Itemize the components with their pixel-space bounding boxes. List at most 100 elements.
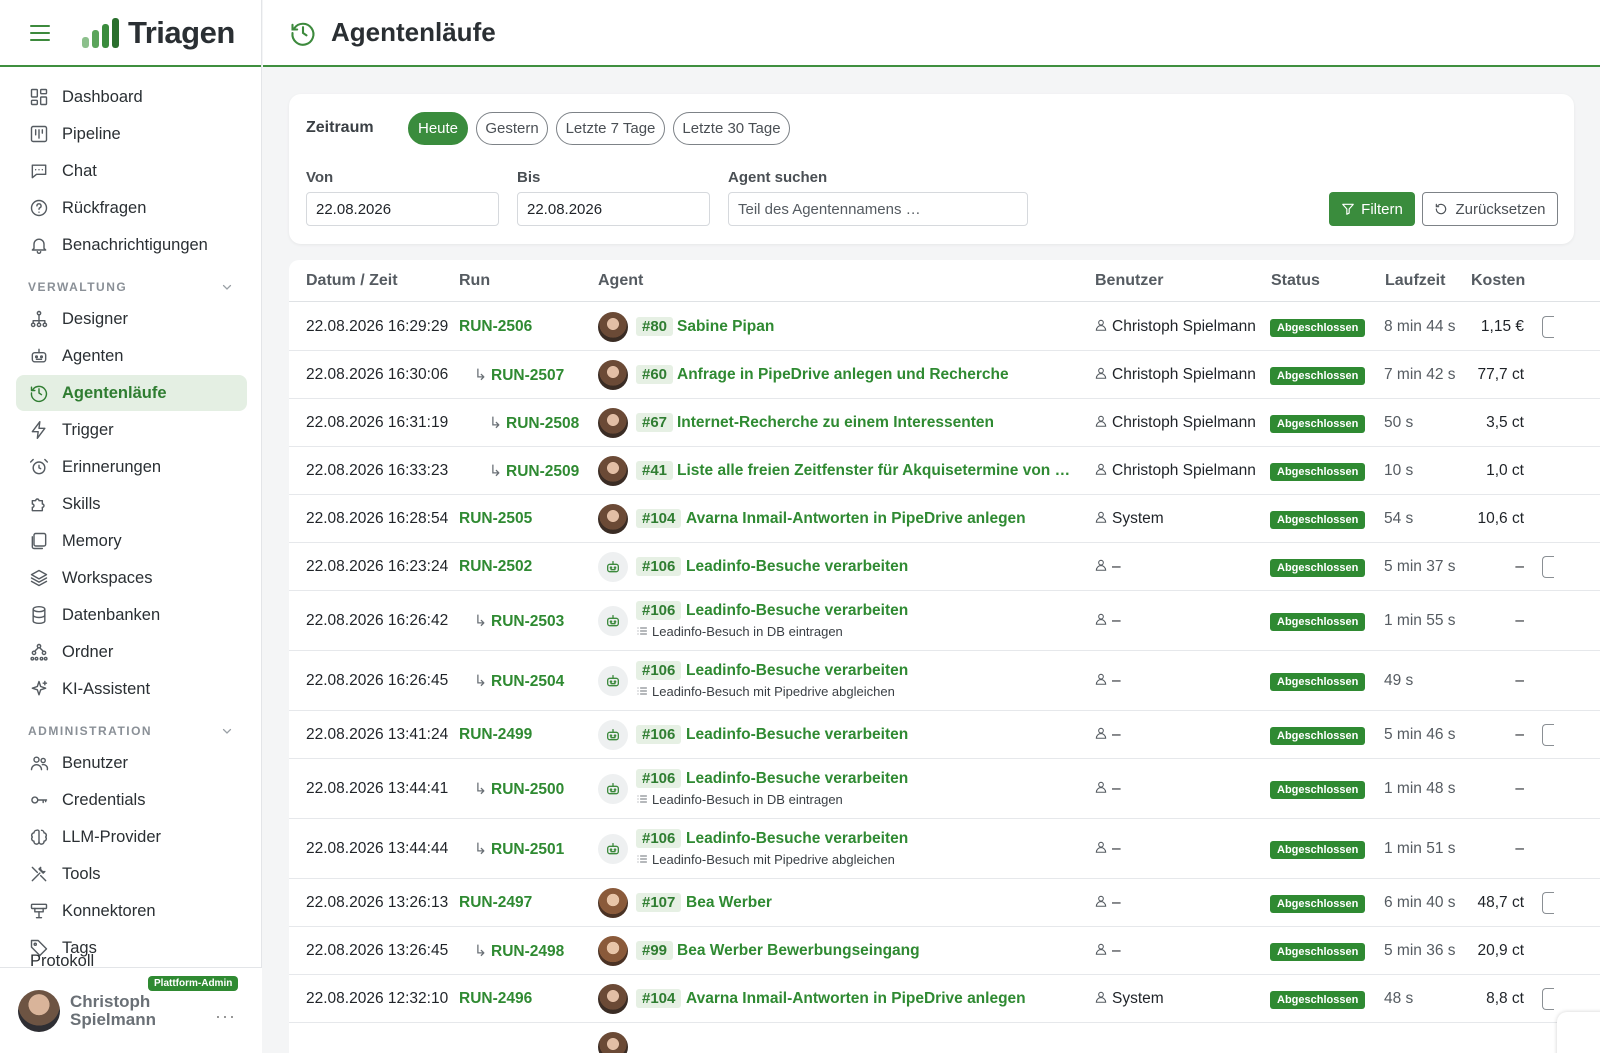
header-benutzer[interactable]: Benutzer	[1095, 272, 1163, 290]
row-action-button[interactable]	[1542, 892, 1554, 914]
chip-gestern[interactable]: Gestern	[476, 112, 548, 145]
run-datetime: 22.08.2026 16:28:54	[306, 510, 449, 527]
table-row[interactable]: 22.08.2026 16:29:29 RUN-2506 #80 Sabine Pip…	[289, 303, 1600, 351]
sidebar-item-memory[interactable]: Memory	[16, 523, 247, 559]
run-link[interactable]: RUN-2496	[459, 990, 532, 1008]
table-row[interactable]: 22.08.2026 13:44:44 ↳ RUN-2501 #106 Leadinfo…	[289, 819, 1600, 879]
sidebar-item-datenbanken[interactable]: Datenbanken	[16, 597, 247, 633]
sidebar-item-agenten[interactable]: Agenten	[16, 338, 247, 374]
run-link[interactable]: RUN-2499	[459, 726, 532, 744]
table-row[interactable]: 22.08.2026 13:26:13 RUN-2497 #107 Bea Werbe…	[289, 879, 1600, 927]
agent-name-link[interactable]: Leadinfo-Besuche verarbeiten	[686, 558, 908, 576]
floating-panel-edge[interactable]	[1557, 1012, 1600, 1053]
sidebar-item-ki-assistent[interactable]: KI-Assistent	[16, 671, 247, 707]
sidebar-item-protokoll[interactable]: Protokoll	[30, 952, 94, 966]
row-action-button[interactable]	[1542, 988, 1554, 1010]
reset-button[interactable]: Zurücksetzen	[1422, 192, 1558, 226]
table-row[interactable]: 22.08.2026 16:31:19 ↳ RUN-2508 #67 Internet-…	[289, 399, 1600, 447]
chip-heute[interactable]: Heute	[408, 112, 468, 145]
sidebar-item-credentials[interactable]: Credentials	[16, 782, 247, 818]
more-options-icon[interactable]: ···	[215, 1006, 236, 1027]
chip-letzte-7-tage[interactable]: Letzte 7 Tage	[556, 112, 665, 145]
agent-name-link[interactable]: Bea Werber Bewerbungseingang	[677, 942, 920, 960]
agent-name-link[interactable]: Internet-Recherche zu einem Interessente…	[677, 414, 994, 432]
sidebar-item-erinnerungen[interactable]: Erinnerungen	[16, 449, 247, 485]
run-link[interactable]: ↳ RUN-2503	[474, 612, 564, 631]
section-verwaltung[interactable]: VERWALTUNG	[28, 277, 233, 297]
agent-name-link[interactable]: Avarna Inmail-Antworten in PipeDrive anl…	[686, 990, 1026, 1008]
table-row[interactable]: 22.08.2026 13:26:45 ↳ RUN-2498 #99 Bea Werbe…	[289, 927, 1600, 975]
sidebar-item-ordner[interactable]: Ordner	[16, 634, 247, 670]
agent-name-link[interactable]: Bea Werber	[686, 894, 772, 912]
agent-search-input[interactable]: Teil des Agentennamens …	[728, 192, 1028, 226]
header-kosten[interactable]: Kosten	[1471, 272, 1525, 290]
sidebar-item-designer[interactable]: Designer	[16, 301, 247, 337]
table-row[interactable]: 22.08.2026 12:32:10 RUN-2496 #104 Avarna In…	[289, 975, 1600, 1023]
run-link[interactable]: RUN-2497	[459, 894, 532, 912]
row-action-button[interactable]	[1542, 316, 1554, 338]
brand-name[interactable]: Triagen	[128, 15, 235, 51]
agent-name-link[interactable]: Leadinfo-Besuche verarbeiten	[686, 770, 908, 788]
filter-button[interactable]: Filtern	[1329, 192, 1415, 226]
child-run-arrow-icon: ↳	[489, 415, 502, 432]
run-link[interactable]: ↳ RUN-2500	[474, 780, 564, 799]
agent-name-link[interactable]: Leadinfo-Besuche verarbeiten	[686, 726, 908, 744]
run-link[interactable]: ↳ RUN-2504	[474, 672, 564, 691]
agent-id-badge: #106	[636, 601, 682, 620]
table-row[interactable]: 22.08.2026 16:26:42 ↳ RUN-2503 #106 Leadinfo…	[289, 591, 1600, 651]
run-link[interactable]: ↳ RUN-2508	[489, 414, 579, 433]
agent-name-link[interactable]: Liste alle freien Zeitfenster für Akquis…	[677, 462, 1077, 480]
sidebar-item-konnektoren[interactable]: Konnektoren	[16, 893, 247, 929]
run-link[interactable]: ↳ RUN-2509	[489, 462, 579, 481]
agent-name-link[interactable]: Sabine Pipan	[677, 318, 774, 336]
sidebar-item-pipeline[interactable]: Pipeline	[16, 116, 247, 152]
sidebar-item-rueckfragen[interactable]: Rückfragen	[16, 190, 247, 226]
table-row[interactable]: 22.08.2026 13:41:24 RUN-2499 #106 Leadinfo-…	[289, 711, 1600, 759]
run-link[interactable]: ↳ RUN-2501	[474, 840, 564, 859]
run-duration: 1 min 55 s	[1384, 612, 1456, 629]
agent-name-link[interactable]: Avarna Inmail-Antworten in PipeDrive anl…	[686, 510, 1026, 528]
header-laufzeit[interactable]: Laufzeit	[1385, 272, 1445, 290]
hamburger-menu-icon[interactable]	[30, 24, 50, 41]
run-link[interactable]: RUN-2502	[459, 558, 532, 576]
sidebar-item-tools[interactable]: Tools	[16, 856, 247, 892]
header-status[interactable]: Status	[1271, 272, 1320, 290]
row-action-button[interactable]	[1542, 556, 1554, 578]
row-action-button[interactable]	[1542, 724, 1554, 746]
section-administration[interactable]: ADMINISTRATION	[28, 721, 233, 741]
sidebar-item-dashboard[interactable]: Dashboard	[16, 79, 247, 115]
table-row[interactable]: 22.08.2026 16:30:06 ↳ RUN-2507 #60 Anfrage i…	[289, 351, 1600, 399]
run-link[interactable]: ↳ RUN-2498	[474, 942, 564, 961]
von-date-input[interactable]: 22.08.2026	[306, 192, 499, 226]
sidebar-item-llm-provider[interactable]: LLM-Provider	[16, 819, 247, 855]
table-row[interactable]: 22.08.2026 13:44:41 ↳ RUN-2500 #106 Leadinfo…	[289, 759, 1600, 819]
sidebar-item-benutzer[interactable]: Benutzer	[16, 745, 247, 781]
table-row[interactable]: 22.08.2026 16:23:24 RUN-2502 #106 Leadinfo-…	[289, 543, 1600, 591]
header-datum[interactable]: Datum / Zeit	[306, 272, 398, 290]
sidebar-item-workspaces[interactable]: Workspaces	[16, 560, 247, 596]
header-agent[interactable]: Agent	[598, 272, 643, 290]
sidebar-item-benachrichtigungen[interactable]: Benachrichtigungen	[16, 227, 247, 263]
sidebar-item-agentenlaeufe[interactable]: Agentenläufe	[16, 375, 247, 411]
header-run[interactable]: Run	[459, 272, 490, 290]
sidebar-item-label: Skills	[62, 494, 101, 513]
sidebar-item-trigger[interactable]: Trigger	[16, 412, 247, 448]
table-row[interactable]: 22.08.2026 16:33:23 ↳ RUN-2509 #41 Liste all…	[289, 447, 1600, 495]
sidebar-item-skills[interactable]: Skills	[16, 486, 247, 522]
agent-name-link[interactable]: Leadinfo-Besuche verarbeiten	[686, 602, 908, 620]
sidebar-item-chat[interactable]: Chat	[16, 153, 247, 189]
bis-date-input[interactable]: 22.08.2026	[517, 192, 710, 226]
agent-bot-avatar	[598, 606, 628, 636]
table-row[interactable]: 22.08.2026 16:26:45 ↳ RUN-2504 #106 Leadinfo…	[289, 651, 1600, 711]
agent-name-link[interactable]: Leadinfo-Besuche verarbeiten	[686, 830, 908, 848]
run-link[interactable]: ↳ RUN-2507	[474, 366, 564, 385]
chip-letzte-30-tage[interactable]: Letzte 30 Tage	[673, 112, 790, 145]
user-profile[interactable]: Christoph Spielmann Plattform-Admin ···	[0, 967, 262, 1053]
table-row[interactable]: 22.08.2026 16:28:54 RUN-2505 #104 Avarna In…	[289, 495, 1600, 543]
run-link[interactable]: RUN-2505	[459, 510, 532, 528]
agent-name-link[interactable]: Anfrage in PipeDrive anlegen und Recherc…	[677, 366, 1009, 384]
table-row-partial[interactable]	[289, 1023, 1600, 1053]
run-user: Christoph Spielmann	[1094, 366, 1256, 384]
agent-name-link[interactable]: Leadinfo-Besuche verarbeiten	[686, 662, 908, 680]
run-link[interactable]: RUN-2506	[459, 318, 532, 336]
